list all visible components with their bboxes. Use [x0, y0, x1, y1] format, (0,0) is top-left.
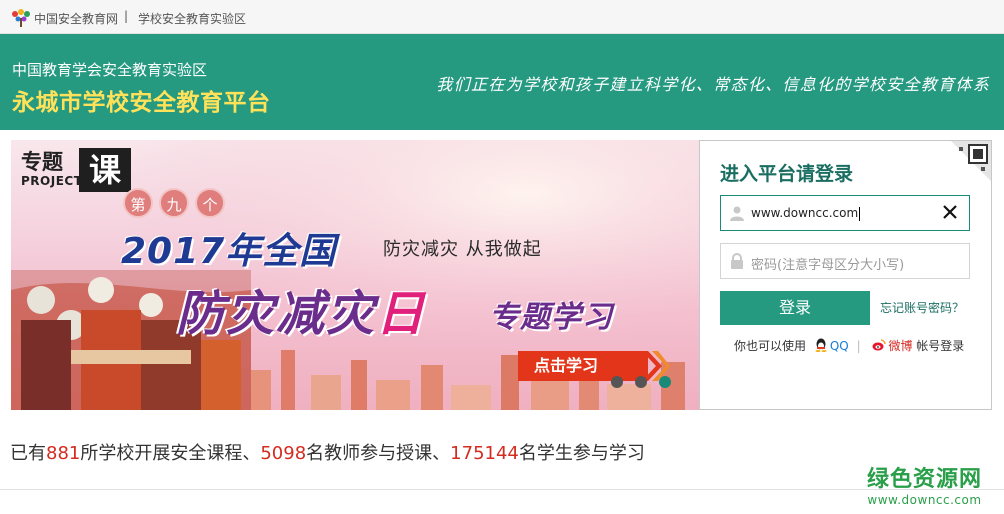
password-placeholder: 密码(注意字母区分大小写): [751, 258, 905, 273]
banner-big-title-ri: 日: [376, 286, 427, 342]
slide-dot-active[interactable]: [659, 376, 671, 388]
third-party-login: 你也可以使用 QQ | 微博 帐号登录: [734, 337, 964, 354]
banner-motto: 防灾减灾 从我做起: [383, 239, 542, 260]
slide-dot[interactable]: [611, 376, 623, 388]
banner-sub-title: 专题学习: [489, 300, 613, 335]
qq-icon[interactable]: [814, 338, 828, 352]
schools-count: 881: [46, 443, 81, 464]
alt-login-prefix: 你也可以使用: [734, 339, 807, 353]
banner-big-title: 防灾减灾日: [176, 274, 426, 344]
username-value: www.downcc.com: [751, 206, 859, 220]
banner-big-title-main: 防灾减灾: [176, 286, 377, 342]
start-study-label: 点击学习: [534, 356, 599, 375]
stats-text: 名学生参与学习: [518, 443, 645, 464]
login-heading: 进入平台请登录: [720, 163, 854, 185]
weibo-login-link[interactable]: 微博: [888, 339, 912, 353]
password-field[interactable]: 密码(注意字母区分大小写): [720, 243, 970, 279]
clear-input-icon[interactable]: [941, 203, 959, 221]
page-title: 永城市学校安全教育平台: [12, 90, 271, 116]
project-tag: 专题 PROJECT 课: [19, 144, 137, 194]
login-panel: 进入平台请登录 www.downcc.com 密码(注意字母区分大小写) 登录 …: [699, 140, 992, 410]
forgot-password-link[interactable]: 忘记账号密码？: [880, 299, 964, 316]
stats-text: 已有: [10, 443, 46, 464]
lock-icon: [731, 253, 743, 269]
start-study-button[interactable]: 点击学习: [518, 351, 670, 381]
qq-login-link[interactable]: QQ: [830, 339, 849, 353]
header-slogan: 我们正在为学校和孩子建立科学化、常态化、信息化的学校安全教育体系: [436, 75, 990, 94]
slide-dot[interactable]: [635, 376, 647, 388]
promo-banner[interactable]: 专题 PROJECT 课 第 九 个 2017年全国 防灾减灾 从我做起 防灾减…: [11, 140, 699, 410]
alt-login-suffix: 帐号登录: [916, 339, 965, 353]
watermark: 绿色资源网 www.downcc.com: [867, 461, 982, 507]
footer-divider: [0, 489, 1004, 490]
participation-stats: 已有881所学校开展安全课程、5098名教师参与授课、175144名学生参与学习: [10, 439, 645, 465]
ordinal-circle: 第: [123, 188, 153, 218]
banner-year-line: 2017年全国: [121, 231, 337, 272]
topbar-separator: |: [124, 9, 129, 23]
teachers-count: 5098: [260, 443, 307, 464]
ordinal-circle: 个: [195, 188, 225, 218]
weibo-icon[interactable]: [872, 338, 887, 352]
header-banner: 中国教育学会安全教育实验区 永城市学校安全教育平台 我们正在为学校和孩子建立科学…: [0, 34, 1004, 130]
project-tag-ke: 课: [79, 148, 131, 192]
username-input[interactable]: www.downcc.com: [751, 206, 861, 221]
project-tag-zhuanti: 专题: [21, 150, 63, 174]
login-button[interactable]: 登录: [720, 291, 870, 325]
ordinal-circle: 九: [159, 188, 189, 218]
header-subtitle: 中国教育学会安全教育实验区: [12, 61, 208, 79]
top-bar: 中国安全教育网 | 学校安全教育实验区: [0, 0, 1004, 34]
stats-text: 名教师参与授课、: [306, 443, 451, 464]
watermark-url: www.downcc.com: [867, 493, 982, 507]
user-icon: [730, 206, 744, 221]
username-field[interactable]: www.downcc.com: [720, 195, 970, 231]
project-tag-english: PROJECT: [21, 174, 83, 188]
site-link[interactable]: 中国安全教育网: [34, 10, 118, 27]
stats-text: 所学校开展安全课程、: [80, 443, 261, 464]
qr-code-icon[interactable]: [951, 141, 991, 181]
students-count: 175144: [450, 443, 519, 464]
watermark-title: 绿色资源网: [866, 467, 982, 492]
site-logo-icon[interactable]: [11, 9, 31, 27]
alt-separator: |: [856, 339, 861, 353]
text-caret: [859, 206, 861, 221]
zone-link[interactable]: 学校安全教育实验区: [138, 10, 246, 27]
